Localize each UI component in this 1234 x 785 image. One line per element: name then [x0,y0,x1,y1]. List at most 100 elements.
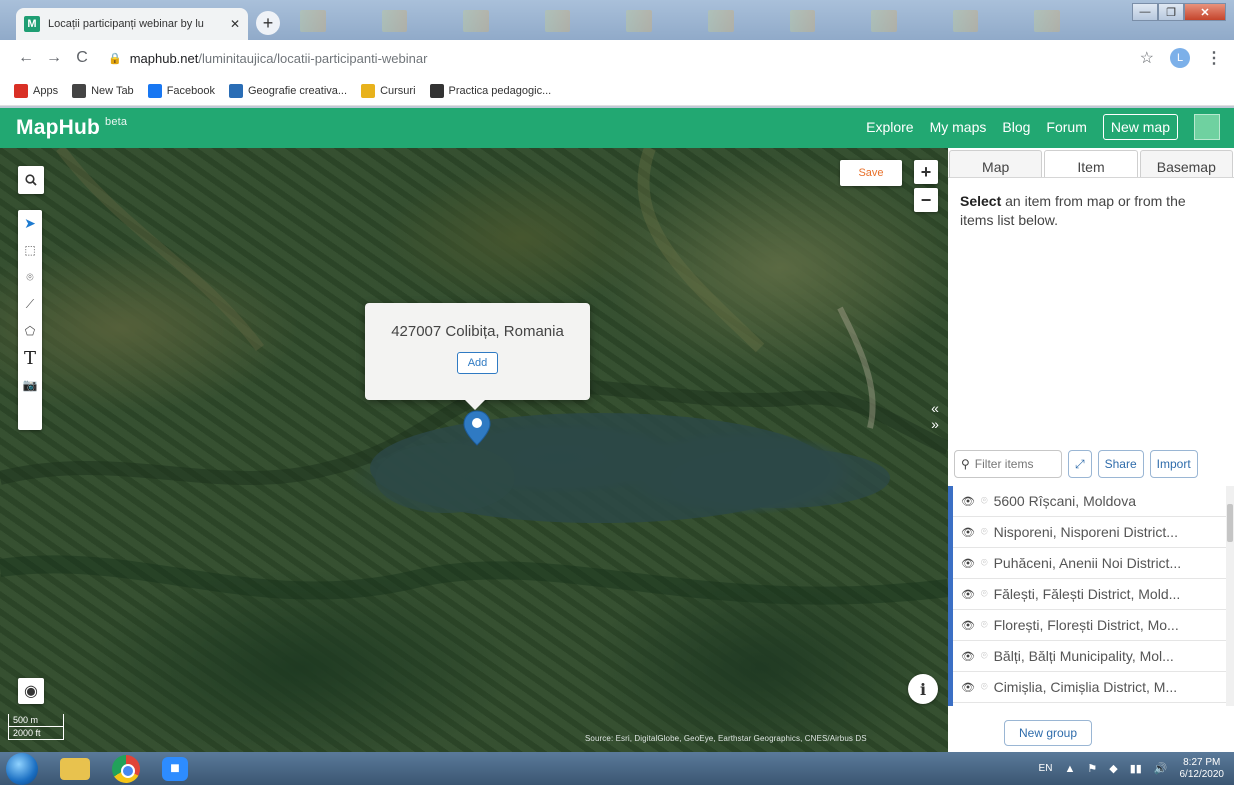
close-window-button[interactable]: ✕ [1184,3,1226,21]
marker-icon: ⌾ [980,525,988,538]
visibility-eye-icon[interactable]: 👁 [961,650,975,663]
bookmark-0[interactable]: Apps [14,83,58,98]
list-item[interactable]: 👁 ⌾ Bălți, Bălți Municipality, Mol... [953,641,1226,672]
new-group-button[interactable]: New group [1004,720,1092,746]
security-icon[interactable]: ◆ [1109,762,1117,775]
list-item[interactable]: 👁⌾Vamița, Anenii Noi District... [953,703,1226,706]
zoom-out-button[interactable]: − [914,188,938,212]
marker-icon: ⌾ [980,494,988,507]
share-button[interactable]: Share [1097,450,1144,478]
panel-toggle[interactable]: « » [924,391,946,441]
profile-avatar[interactable]: L [1170,48,1190,68]
box-select-icon[interactable]: ⬚ [20,241,40,259]
url-path: /luminitaujica/locatii-participanti-webi… [198,50,428,66]
marker-icon: ⌾ [980,587,988,600]
bookmark-label: New Tab [91,84,134,97]
minimize-button[interactable]: — [1132,3,1158,21]
folder-icon [429,83,444,98]
filter-placeholder: Filter items [974,457,1034,471]
nav-blog[interactable]: Blog [1002,119,1030,135]
nav-explore[interactable]: Explore [866,119,913,135]
bookmark-4[interactable]: Cursuri [361,83,416,98]
map-pin-icon[interactable] [463,410,491,446]
tab-map[interactable]: Map [949,150,1043,177]
volume-icon[interactable]: 🔊 [1154,762,1168,775]
maximize-button[interactable]: ❐ [1158,3,1184,21]
bookmark-2[interactable]: Facebook [147,83,215,98]
zoom-app-icon[interactable]: ■ [162,756,188,781]
select-pointer-icon[interactable]: ➤ [20,214,40,232]
visibility-eye-icon[interactable]: 👁 [961,526,975,539]
collapse-chevron-icon[interactable]: « [931,400,939,416]
language-indicator[interactable]: EN [1039,763,1053,774]
reload-icon[interactable]: C [70,49,94,67]
import-button[interactable]: Import [1149,450,1198,478]
visibility-eye-icon[interactable]: 👁 [961,557,975,570]
draw-polygon-icon[interactable]: ⬠ [20,322,40,340]
flag-icon[interactable]: ⚑ [1087,762,1097,775]
clock[interactable]: 8:27 PM 6/12/2020 [1180,757,1225,781]
save-button[interactable]: Save [840,160,902,186]
tab-close-icon[interactable]: ✕ [230,17,240,31]
bookmark-3[interactable]: Geografie creativa... [229,83,347,98]
tab-basemap[interactable]: Basemap [1139,150,1233,177]
visibility-eye-icon[interactable]: 👁 [961,681,975,694]
url-domain: maphub.net [129,50,199,66]
filter-items-input[interactable]: ⚲ Filter items [954,450,1062,478]
list-item[interactable]: 👁 ⌾ 5600 Rîșcani, Moldova [953,486,1226,517]
forward-arrow-icon[interactable]: → [42,49,66,67]
list-item[interactable]: 👁 ⌾ Cimișlia, Cimișlia District, M... [953,672,1226,703]
list-item[interactable]: 👁 ⌾ Puhăceni, Anenii Noi District... [953,548,1226,579]
terrain-overlay [0,148,948,605]
clock-time: 8:27 PM [1183,756,1221,768]
menu-kebab-icon[interactable]: ⋮ [1206,48,1222,68]
info-button[interactable]: i [908,674,938,704]
fullscreen-list-button[interactable]: ⤢ [1068,450,1092,478]
item-label: Puhăceni, Anenii Noi District... [993,555,1182,571]
new-tab-button[interactable]: + [256,11,280,35]
draw-line-icon[interactable]: ⟋ [20,295,40,313]
visibility-eye-icon[interactable]: 👁 [961,619,975,632]
map-search-button[interactable] [18,166,44,194]
panel-tabs: Map Item Basemap [948,148,1234,178]
list-item[interactable]: 👁 ⌾ Florești, Florești District, Mo... [953,610,1226,641]
nav-forum[interactable]: Forum [1046,119,1086,135]
new-map-button[interactable]: New map [1102,114,1178,140]
satellite-map[interactable]: ➤ ⬚ ⌾ ⟋ ⬠ T 📷 Save + − « » 427007 Colibi… [0,148,948,752]
items-scrollbar[interactable] [1226,486,1234,706]
popup-add-button[interactable]: Add [456,352,499,374]
zoom-in-button[interactable]: + [914,160,938,184]
browser-tab[interactable]: M Locații participanți webinar by lu ✕ [16,8,248,40]
scrollbar-thumb[interactable] [1227,504,1233,542]
bookmark-5[interactable]: Practica pedagogic... [429,83,551,98]
item-label: Cimișlia, Cimișlia District, M... [993,679,1178,695]
expand-chevron-icon[interactable]: » [931,416,939,432]
window-controls: — ❐ ✕ [1132,3,1226,21]
file-explorer-icon[interactable] [60,757,90,780]
locate-me-button[interactable]: ◉ [18,678,44,704]
back-arrow-icon[interactable]: ← [14,49,38,67]
network-icon[interactable]: ▮▮ [1130,762,1142,775]
bookmark-star-icon[interactable]: ☆ [1140,48,1154,68]
bookmark-1[interactable]: New Tab [72,83,134,98]
add-marker-icon[interactable]: ⌾ [20,268,40,286]
tray-expand-icon[interactable]: ▲ [1064,763,1075,775]
chrome-icon[interactable] [112,754,140,783]
map-scale: 500 m 2000 ft [8,714,64,740]
camera-icon[interactable]: 📷 [20,376,40,394]
text-tool-icon[interactable]: T [20,348,40,369]
user-avatar[interactable] [1194,114,1220,140]
list-item[interactable]: 👁 ⌾ Fălești, Fălești District, Mold... [953,579,1226,610]
nav-my-maps[interactable]: My maps [930,119,987,135]
item-label: Florești, Florești District, Mo... [993,617,1179,633]
marker-icon: ⌾ [980,649,988,662]
visibility-eye-icon[interactable]: 👁 [961,495,975,508]
tab-item[interactable]: Item [1044,150,1138,177]
url-field[interactable]: maphub.net/luminitaujica/locatii-partici… [130,51,428,66]
maphub-logo[interactable]: MapHub beta [16,116,127,140]
visibility-eye-icon[interactable]: 👁 [961,588,975,601]
bookmark-label: Cursuri [380,84,416,97]
side-panel: Map Item Basemap Select an item from map… [948,148,1234,752]
start-button[interactable] [6,752,38,785]
list-item[interactable]: 👁 ⌾ Nisporeni, Nisporeni District... [953,517,1226,548]
